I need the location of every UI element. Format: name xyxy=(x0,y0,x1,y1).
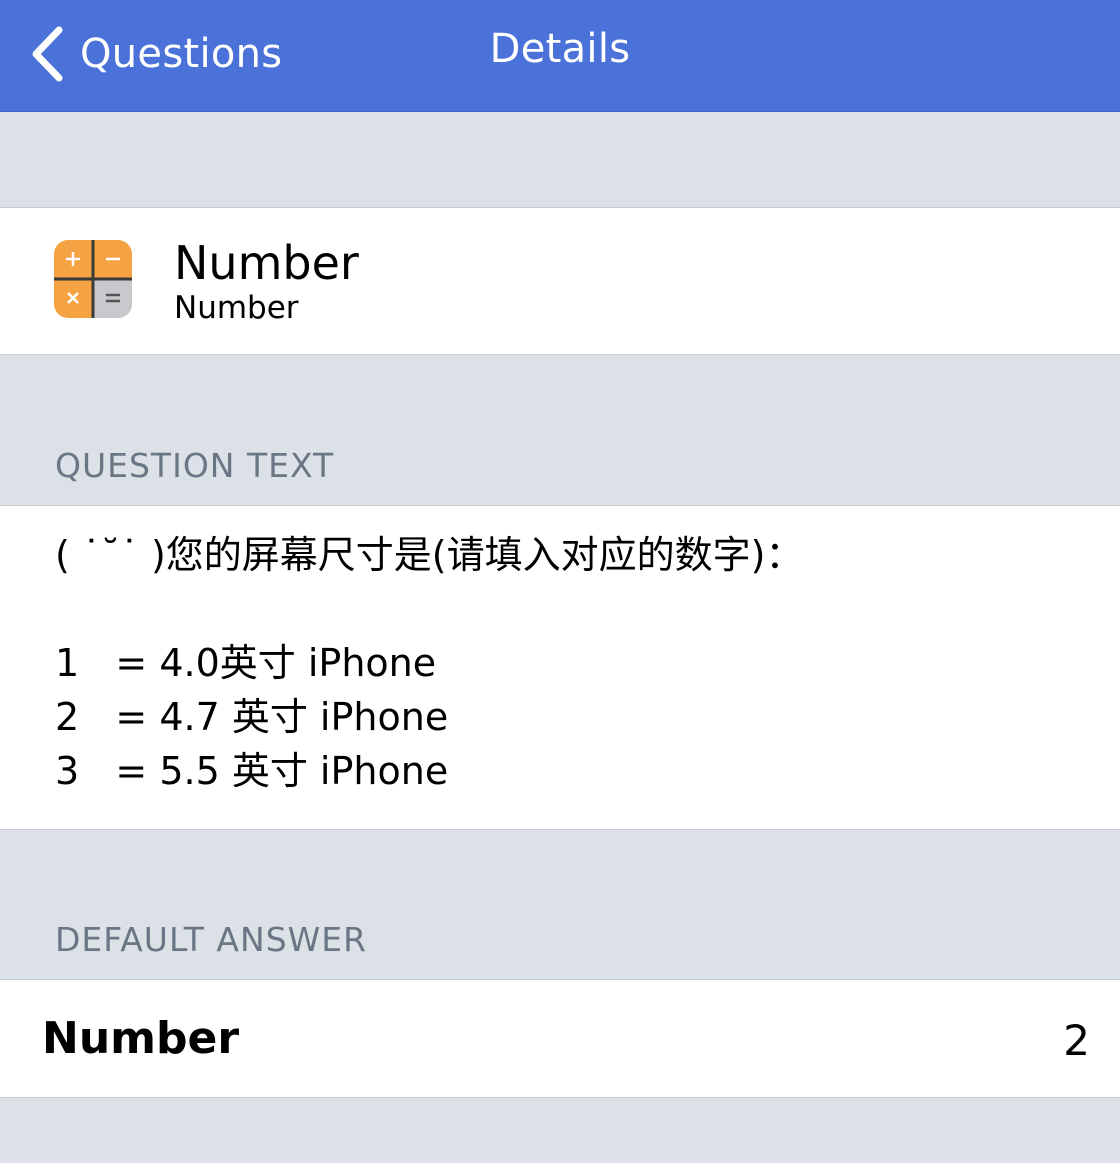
page-title: Details xyxy=(489,26,631,72)
default-answer-label: Number xyxy=(42,1013,240,1064)
question-type-cell[interactable]: Number Number xyxy=(0,207,1120,355)
default-answer-header: DEFAULT ANSWER xyxy=(55,920,368,959)
default-answer-cell[interactable]: Number 2 xyxy=(0,979,1120,1098)
question-type-subtitle: Number xyxy=(174,290,299,326)
question-text-cell[interactable]: ( ˙˘˙ )您的屏幕尺寸是(请填入对应的数字)： 1 = 4.0英寸 iPho… xyxy=(0,505,1120,830)
question-type-title: Number xyxy=(174,236,359,290)
navigation-bar: Questions Details xyxy=(0,0,1120,112)
default-answer-value[interactable]: 2 xyxy=(1063,1016,1090,1065)
question-text-header: QUESTION TEXT xyxy=(55,446,335,485)
question-text-body: ( ˙˘˙ )您的屏幕尺寸是(请填入对应的数字)： 1 = 4.0英寸 iPho… xyxy=(55,533,804,793)
calculator-icon xyxy=(54,240,132,318)
